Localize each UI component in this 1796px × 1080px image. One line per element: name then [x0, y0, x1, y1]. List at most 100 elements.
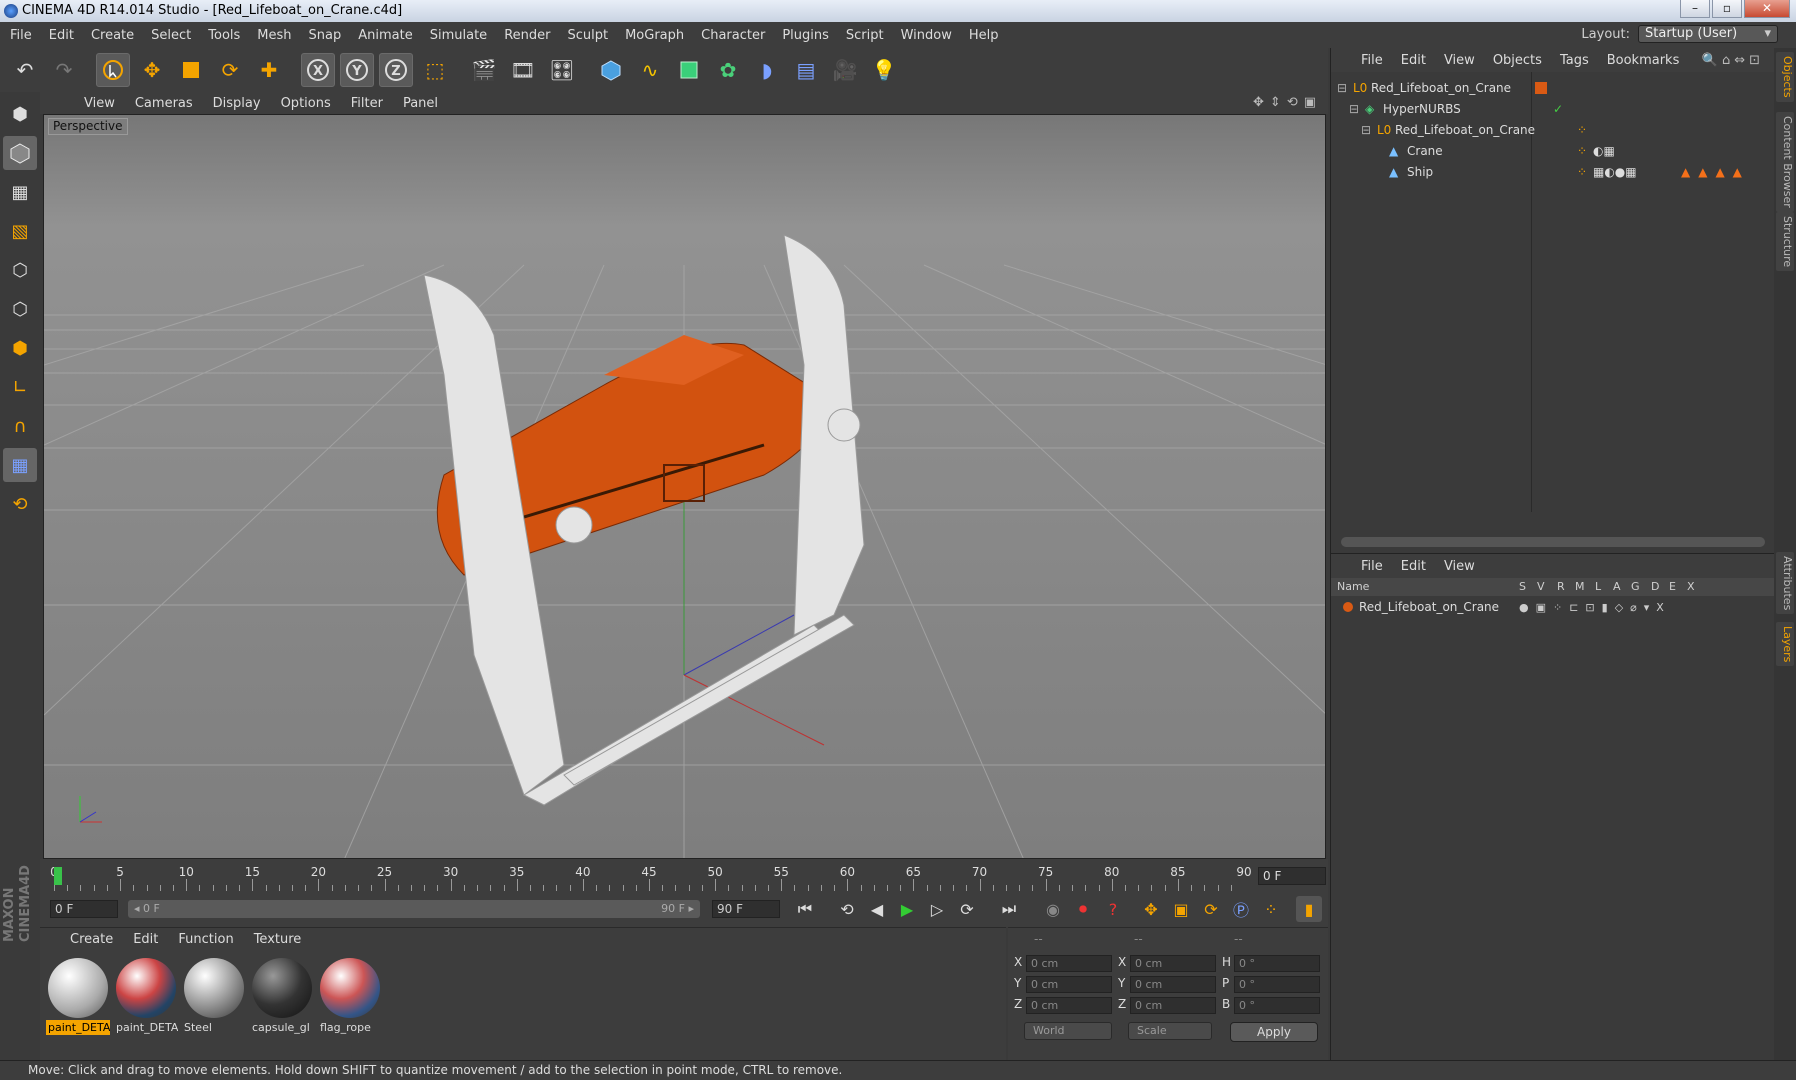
object-row[interactable]: ⊟ L0 Red_Lifeboat_on_Crane: [1331, 78, 1775, 99]
menu-create[interactable]: Create: [91, 28, 134, 43]
tab-structure[interactable]: Structure: [1776, 212, 1794, 272]
key-parameter-icon[interactable]: Ⓟ: [1228, 896, 1254, 922]
y-axis-lock-icon[interactable]: Y: [340, 53, 374, 87]
viewport-menu-display[interactable]: Display: [213, 96, 261, 111]
preview-range-slider[interactable]: ◂ 0 F 90 F ▸: [128, 900, 700, 918]
key-pla-icon[interactable]: ⁘: [1258, 896, 1284, 922]
rotation-p-field[interactable]: 0 °: [1234, 976, 1320, 993]
menu-plugins[interactable]: Plugins: [782, 28, 829, 43]
next-frame-icon[interactable]: ▷: [924, 896, 950, 922]
object-row[interactable]: ⊟ ◈ HyperNURBS ✓: [1331, 99, 1775, 120]
deformer-icon[interactable]: ◗: [750, 53, 784, 87]
rotate-tool-icon[interactable]: ⟳: [213, 53, 247, 87]
menu-simulate[interactable]: Simulate: [430, 28, 487, 43]
material-tag-icon[interactable]: ◐▦: [1593, 141, 1615, 162]
points-mode-icon[interactable]: ⬡: [3, 253, 37, 287]
menu-character[interactable]: Character: [701, 28, 765, 43]
texture-mode-icon[interactable]: ▦: [3, 175, 37, 209]
undo-icon[interactable]: ↶: [8, 53, 42, 87]
rotation-b-field[interactable]: 0 °: [1234, 997, 1320, 1014]
material-swatch[interactable]: flag_rope: [318, 956, 382, 1035]
close-button[interactable]: ✕: [1744, 0, 1790, 18]
layers-menu-view[interactable]: View: [1444, 559, 1475, 574]
material-swatch[interactable]: capsule_gl: [250, 956, 314, 1035]
viewport-menu-view[interactable]: View: [84, 96, 115, 111]
viewport-menu-cameras[interactable]: Cameras: [135, 96, 193, 111]
menu-mesh[interactable]: Mesh: [257, 28, 291, 43]
rotation-h-field[interactable]: 0 °: [1234, 955, 1320, 972]
camera-icon[interactable]: 🎥: [828, 53, 862, 87]
menu-window[interactable]: Window: [901, 28, 952, 43]
material-menu-create[interactable]: Create: [70, 932, 113, 947]
timeline-ruler[interactable]: 051015202530354045505560657075808590 0 F: [40, 859, 1328, 893]
snap-magnet-icon[interactable]: ∩: [3, 409, 37, 443]
viewport-menu-options[interactable]: Options: [281, 96, 331, 111]
objects-menu-view[interactable]: View: [1444, 53, 1475, 68]
position-z-field[interactable]: 0 cm: [1026, 997, 1112, 1014]
start-frame-field[interactable]: 0 F: [50, 900, 118, 918]
layers-menu-file[interactable]: File: [1361, 559, 1383, 574]
menu-render[interactable]: Render: [504, 28, 550, 43]
frame-ruler[interactable]: 051015202530354045505560657075808590: [50, 865, 1252, 891]
timeline-layout-icon[interactable]: ▮: [1296, 896, 1322, 922]
3d-viewport[interactable]: Perspective: [43, 114, 1326, 859]
position-x-field[interactable]: 0 cm: [1026, 955, 1112, 972]
objects-menu-file[interactable]: File: [1361, 53, 1383, 68]
tab-attributes[interactable]: Attributes: [1776, 552, 1794, 615]
cube-primitive-icon[interactable]: [594, 53, 628, 87]
next-key-icon[interactable]: ⟳: [954, 896, 980, 922]
environment-floor-icon[interactable]: ▤: [789, 53, 823, 87]
workplane-lock-icon[interactable]: ▦: [3, 448, 37, 482]
material-swatch[interactable]: paint_DETA: [46, 956, 110, 1035]
z-axis-lock-icon[interactable]: Z: [379, 53, 413, 87]
edges-mode-icon[interactable]: ⬡: [3, 292, 37, 326]
material-menu-function[interactable]: Function: [178, 932, 233, 947]
viewport-nav-icons[interactable]: ✥⇕⟲▣: [1253, 95, 1322, 110]
object-row[interactable]: ⊟ L0 Red_Lifeboat_on_Crane ⁘: [1331, 120, 1775, 141]
workplane-mode-icon[interactable]: ▧: [3, 214, 37, 248]
render-view-icon[interactable]: 🎬: [467, 53, 501, 87]
objects-menu-tags[interactable]: Tags: [1560, 53, 1589, 68]
enabled-check-icon[interactable]: ✓: [1553, 99, 1563, 120]
key-scale-icon[interactable]: ▣: [1168, 896, 1194, 922]
object-row[interactable]: ▲ Crane ⁘ ◐▦: [1331, 141, 1775, 162]
keyframe-selection-icon[interactable]: ?: [1100, 896, 1126, 922]
max-frame-field[interactable]: 90 F: [712, 900, 780, 918]
previous-key-icon[interactable]: ⟲: [834, 896, 860, 922]
light-icon[interactable]: 💡: [867, 53, 901, 87]
move-tool-icon[interactable]: ✥: [135, 53, 169, 87]
axis-mode-icon[interactable]: ∟: [3, 370, 37, 404]
model-mode-icon[interactable]: [3, 136, 37, 170]
spline-icon[interactable]: ∿: [633, 53, 667, 87]
tab-objects[interactable]: Objects: [1776, 52, 1794, 102]
make-editable-icon[interactable]: ⬢: [3, 97, 37, 131]
layer-row[interactable]: Red_Lifeboat_on_Crane ●▣⁘⊏⊡▮◇⌀▾X: [1331, 597, 1775, 618]
x-axis-lock-icon[interactable]: X: [301, 53, 335, 87]
timeline-playhead[interactable]: [54, 867, 62, 885]
menu-snap[interactable]: Snap: [309, 28, 342, 43]
mograph-cloner-icon[interactable]: ✿: [711, 53, 745, 87]
scale-tool-icon[interactable]: [174, 53, 208, 87]
go-to-end-icon[interactable]: ⏭: [996, 896, 1022, 922]
object-manager-scrollbar[interactable]: [1341, 537, 1765, 547]
material-menu-edit[interactable]: Edit: [133, 932, 158, 947]
go-to-start-icon[interactable]: ⏮: [792, 896, 818, 922]
menu-tools[interactable]: Tools: [208, 28, 240, 43]
key-position-icon[interactable]: ✥: [1138, 896, 1164, 922]
nurbs-icon[interactable]: [672, 53, 706, 87]
menu-animate[interactable]: Animate: [358, 28, 412, 43]
objects-menu-bookmarks[interactable]: Bookmarks: [1607, 53, 1680, 68]
menu-select[interactable]: Select: [151, 28, 191, 43]
previous-frame-icon[interactable]: ◀: [864, 896, 890, 922]
material-swatch[interactable]: Steel: [182, 956, 246, 1035]
coordinate-system-icon[interactable]: ⬚: [418, 53, 452, 87]
material-menu-texture[interactable]: Texture: [254, 932, 302, 947]
play-forward-icon[interactable]: ▶: [894, 896, 920, 922]
render-settings-icon[interactable]: 🎛: [545, 53, 579, 87]
menu-edit[interactable]: Edit: [49, 28, 74, 43]
polygons-mode-icon[interactable]: ⬢: [3, 331, 37, 365]
layout-select[interactable]: Startup (User): [1638, 25, 1778, 43]
tab-content-browser[interactable]: Content Browser: [1776, 112, 1794, 212]
render-picture-viewer-icon[interactable]: 🎞: [506, 53, 540, 87]
material-tag-icon[interactable]: ▦◐●▦: [1593, 162, 1637, 183]
